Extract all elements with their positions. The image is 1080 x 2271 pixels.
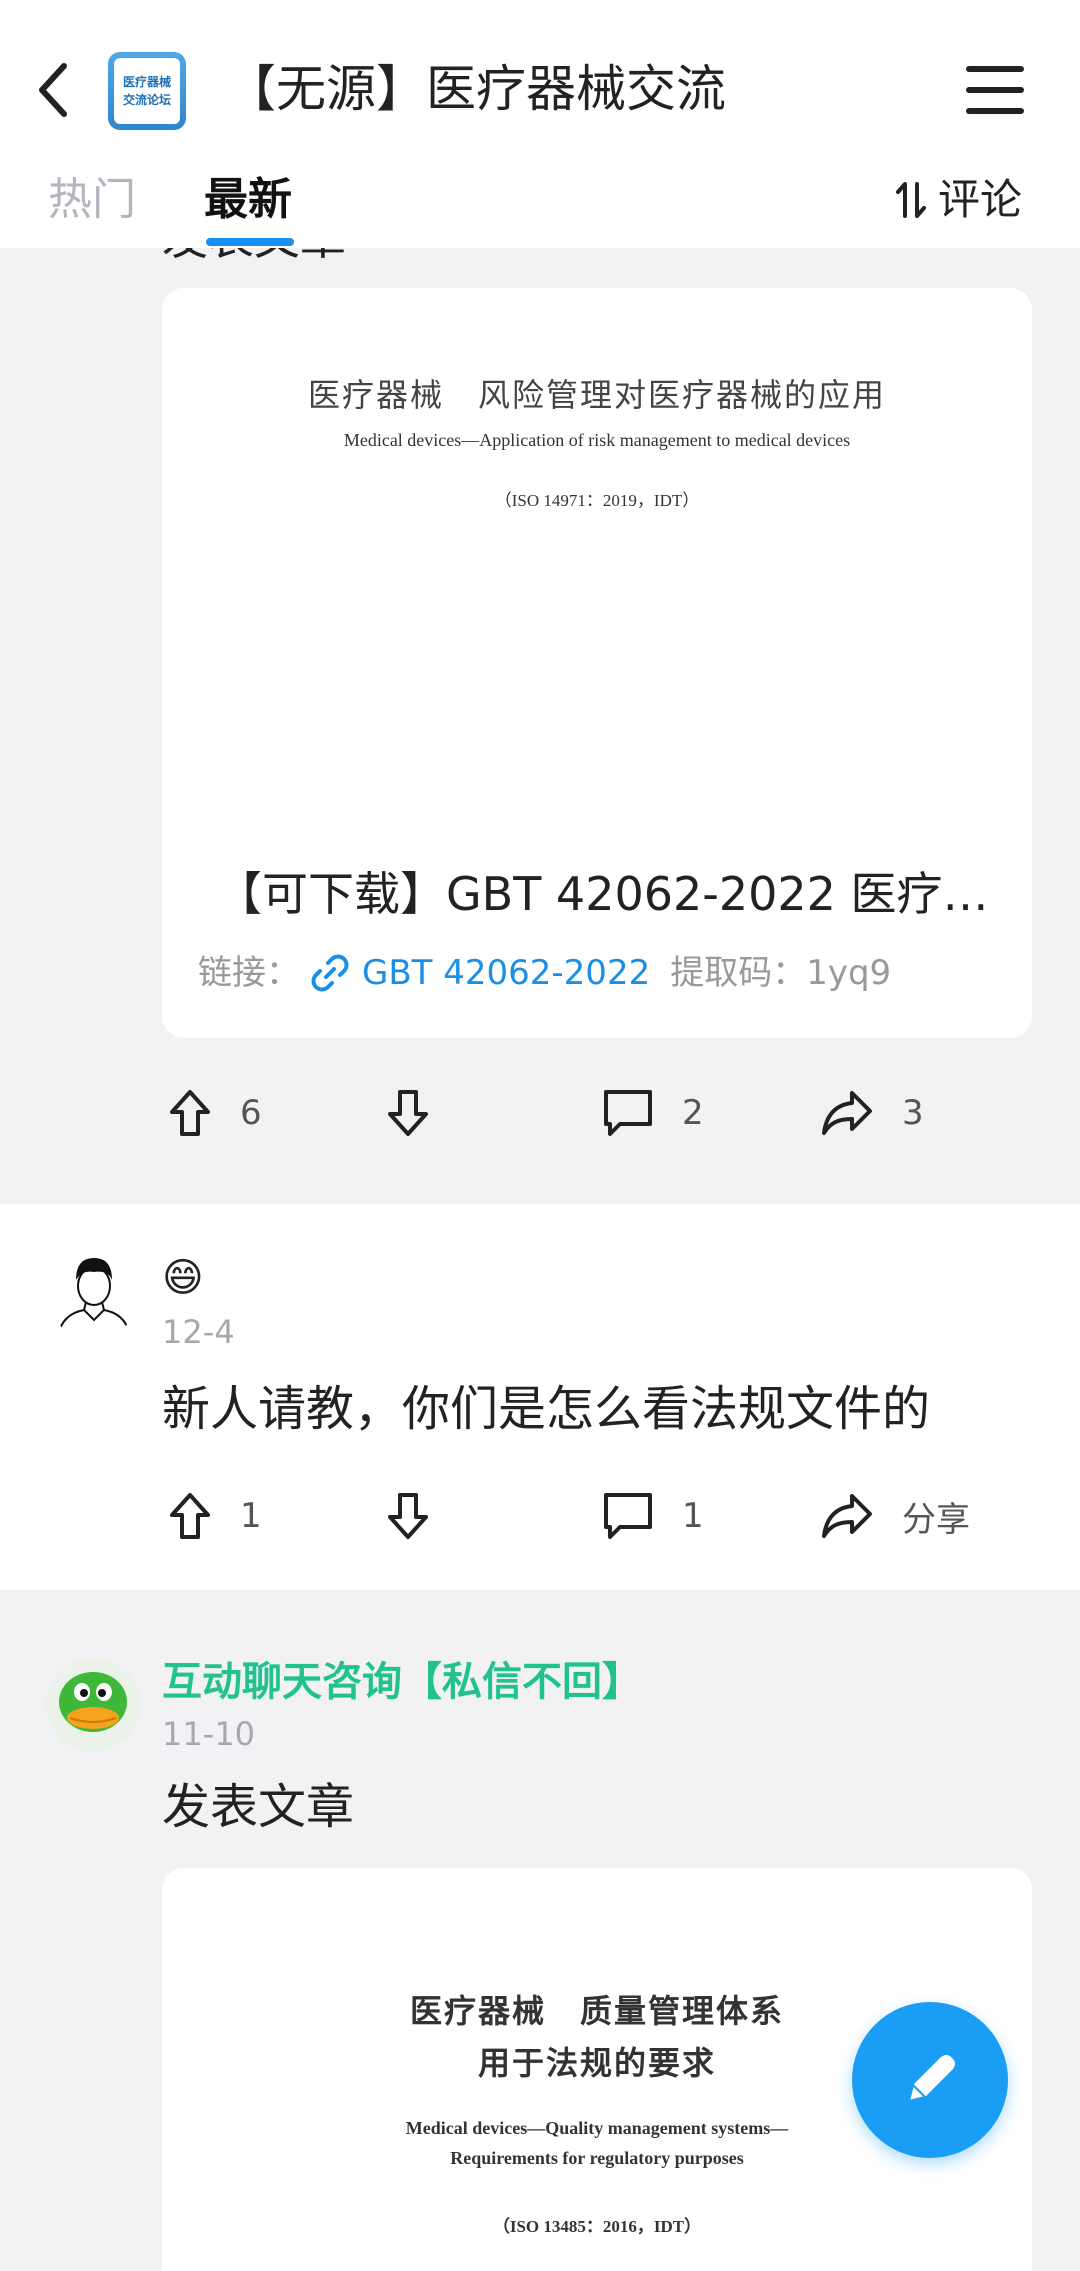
share-label: 分享 xyxy=(902,1499,970,1540)
logo-line-2: 交流论坛 xyxy=(122,93,171,107)
upvote-count: 1 xyxy=(240,1496,262,1536)
share-button[interactable]: 分享 xyxy=(820,1486,970,1546)
upvote-button[interactable]: 6 xyxy=(168,1083,262,1143)
upvote-count: 6 xyxy=(240,1093,262,1133)
share-count: 3 xyxy=(902,1093,924,1133)
post-text[interactable]: 发表文章 xyxy=(162,1774,354,1840)
sort-label: 评论 xyxy=(938,175,1023,224)
downvote-button[interactable] xyxy=(386,1486,458,1546)
document-preview-image[interactable]: 医疗器械 风险管理对医疗器械的应用 Medical devices—Applic… xyxy=(162,288,1032,848)
arrow-down-icon xyxy=(388,1090,428,1136)
post-text[interactable]: 新人请教，你们是怎么看法规文件的 xyxy=(162,1376,930,1442)
comment-count: 1 xyxy=(682,1496,704,1536)
username[interactable]: 互动聊天咨询【私信不回】 xyxy=(162,1654,642,1710)
arrow-down-icon xyxy=(388,1493,428,1539)
hamburger-menu-icon xyxy=(966,66,1024,114)
download-link[interactable]: GBT 42062-2022 xyxy=(362,948,650,998)
tab-bar: 热门 最新 评论 xyxy=(0,160,1080,248)
compose-button[interactable] xyxy=(852,2002,1008,2158)
doc-iso: （ISO 13485：2016，IDT） xyxy=(492,2217,702,2236)
doc-title-cn: 医疗器械 风险管理对医疗器械的应用 xyxy=(307,376,886,414)
post-card[interactable]: 互动聊天咨询【私信不回】 11-10 发表文章 医疗器械 质量管理体系 用于法规… xyxy=(0,1618,1080,2271)
pencil-icon xyxy=(907,2055,955,2103)
chevron-left-icon xyxy=(39,63,67,117)
share-arrow-icon xyxy=(822,1091,872,1135)
menu-button[interactable] xyxy=(964,62,1026,118)
arrow-up-icon xyxy=(170,1090,210,1136)
share-button[interactable]: 3 xyxy=(820,1083,924,1143)
top-bar: 医疗器械 交流论坛 【无源】医疗器械交流 xyxy=(0,0,1080,178)
upvote-button[interactable]: 1 xyxy=(168,1486,262,1546)
link-label: 链接： xyxy=(198,953,300,993)
post-actions: 1 1 分享 xyxy=(168,1486,1038,1546)
post-actions: 6 2 3 xyxy=(168,1083,1038,1143)
comment-button[interactable]: 2 xyxy=(602,1083,704,1143)
user-avatar-icon xyxy=(57,1258,131,1337)
arrow-up-icon xyxy=(170,1493,210,1539)
post-date: 12-4 xyxy=(162,1313,235,1351)
duck-avatar-icon xyxy=(59,1672,127,1732)
back-button[interactable] xyxy=(30,60,80,120)
post-card[interactable]: 😄 12-4 新人请教，你们是怎么看法规文件的 1 1 分享 xyxy=(0,1204,1080,1590)
logo-line-1: 医疗器械 xyxy=(122,75,171,89)
sort-arrows-icon xyxy=(896,182,926,218)
post-card[interactable]: 发表文章 医疗器械 风险管理对医疗器械的应用 Medical devices—A… xyxy=(0,211,1080,1204)
tab-hot[interactable]: 热门 xyxy=(48,170,136,230)
username-emoji[interactable]: 😄 xyxy=(162,1250,204,1306)
card-title[interactable]: 【可下载】GBT 42062-2022 医疗… xyxy=(216,862,1006,926)
sort-button[interactable]: 评论 xyxy=(896,170,1022,230)
doc-title-en: Medical devices—Application of risk mana… xyxy=(343,430,851,450)
link-icon xyxy=(311,954,349,992)
forum-logo[interactable]: 医疗器械 交流论坛 xyxy=(108,52,186,130)
comment-count: 2 xyxy=(682,1093,704,1133)
article-card[interactable]: 医疗器械 风险管理对医疗器械的应用 Medical devices—Applic… xyxy=(162,288,1032,1038)
extract-code: 提取码：1yq9 xyxy=(670,953,892,993)
downvote-button[interactable] xyxy=(386,1083,458,1143)
active-tab-indicator xyxy=(206,238,294,246)
post-date: 11-10 xyxy=(162,1715,255,1753)
avatar[interactable] xyxy=(46,1658,140,1752)
tab-newest[interactable]: 最新 xyxy=(204,170,292,230)
avatar[interactable] xyxy=(48,1250,138,1340)
forum-title: 【无源】医疗器械交流 xyxy=(226,60,726,118)
share-arrow-icon xyxy=(822,1494,872,1538)
comment-icon xyxy=(604,1090,652,1136)
comment-button[interactable]: 1 xyxy=(602,1486,704,1546)
comment-icon xyxy=(604,1493,652,1539)
doc-iso: （ISO 14971：2019，IDT） xyxy=(494,491,700,510)
download-link-row: 链接： GBT 42062-2022 提取码：1yq9 xyxy=(198,948,891,998)
